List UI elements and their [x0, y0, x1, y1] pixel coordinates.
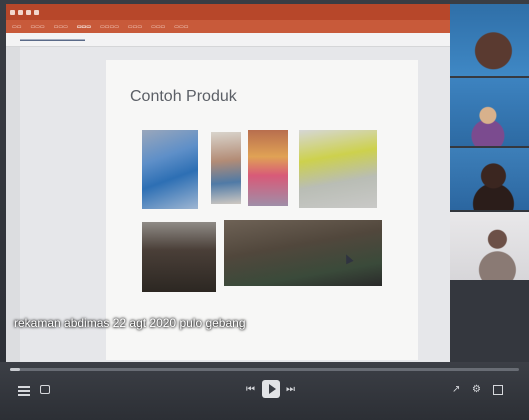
ribbon-tab: ▭▭▭▭: [100, 23, 119, 30]
present-icon: [34, 9, 39, 15]
ribbon-tab: ▭▭▭: [151, 23, 166, 30]
undo-icon: [18, 9, 23, 15]
save-icon: [10, 9, 15, 15]
video-player-controls: ⏮ ⏭ ↗ ⚙: [0, 362, 529, 420]
product-photo-colorful-items: [248, 130, 288, 206]
participant-video-tile[interactable]: [450, 78, 529, 146]
ribbon-tab: ▭▭▭: [127, 23, 143, 30]
slide: Contoh Produk: [106, 60, 418, 360]
participant-video-tile[interactable]: [450, 4, 529, 76]
ppt-titlebar: [6, 4, 450, 20]
next-icon[interactable]: ⏭: [286, 384, 295, 395]
participant-video-tile[interactable]: [450, 148, 529, 210]
participant-video-tile[interactable]: [450, 212, 529, 280]
quick-access-toolbar: [10, 9, 39, 15]
share-icon[interactable]: ↗: [452, 384, 460, 395]
subtitles-icon[interactable]: [40, 385, 50, 394]
list-icon[interactable]: [18, 385, 30, 396]
product-photo-dark-1: [142, 222, 216, 292]
shared-presentation-window: ▭▭ ▭▭▭ ▭▭▭ ▭▭▭ ▭▭▭▭ ▭▭▭ ▭▭▭ ▭▭▭ ▬▬▬▬▬▬▬▬…: [6, 4, 450, 362]
product-photo-group: [224, 220, 382, 286]
tile-background: [450, 280, 529, 362]
ribbon-tab: ▭▭▭: [53, 23, 68, 30]
ribbon-tab: ▭▭: [12, 23, 22, 30]
slide-thumbnail-panel: [6, 47, 20, 362]
ppt-file-bar: ▬▬▬▬▬▬▬▬▬▬▬▬▬: [6, 33, 450, 47]
video-caption: rekaman abdimas 22 agt 2020 pulo gebang: [14, 316, 246, 330]
product-photo-yellow-items: [299, 130, 377, 208]
previous-icon[interactable]: ⏮: [246, 384, 255, 395]
settings-icon[interactable]: ⚙: [472, 384, 481, 395]
product-photo-crafts: [211, 132, 241, 204]
ribbon-tab: ▭▭▭: [30, 23, 45, 30]
progress-bar-fill: [10, 368, 21, 371]
redo-icon: [26, 9, 31, 15]
file-name-blur: ▬▬▬▬▬▬▬▬▬▬▬▬▬: [20, 36, 85, 43]
ribbon-tab: ▭▭▭: [174, 23, 189, 30]
progress-bar[interactable]: [10, 368, 519, 371]
ppt-ribbon-tabs: ▭▭ ▭▭▭ ▭▭▭ ▭▭▭ ▭▭▭▭ ▭▭▭ ▭▭▭ ▭▭▭: [6, 20, 450, 33]
slide-title: Contoh Produk: [130, 88, 237, 105]
fullscreen-icon[interactable]: [493, 385, 503, 395]
play-button[interactable]: [262, 380, 280, 398]
product-photo-blue-bags: [142, 130, 198, 209]
ribbon-tab-active: ▭▭▭: [76, 23, 92, 30]
